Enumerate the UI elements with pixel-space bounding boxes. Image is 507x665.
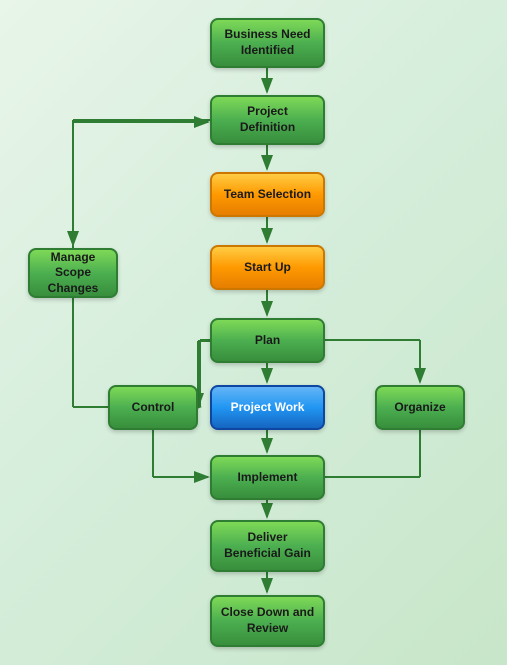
implement-node: Implement [210,455,325,500]
close-down-node: Close Down and Review [210,595,325,647]
plan-node: Plan [210,318,325,363]
control-node: Control [108,385,198,430]
organize-node: Organize [375,385,465,430]
project-work-node: Project Work [210,385,325,430]
manage-scope-node: Manage Scope Changes [28,248,118,298]
start-up-node: Start Up [210,245,325,290]
diagram: Business Need Identified Project Definit… [0,0,507,665]
team-selection-node: Team Selection [210,172,325,217]
deliver-node: Deliver Beneficial Gain [210,520,325,572]
project-definition-node: Project Definition [210,95,325,145]
business-need-node: Business Need Identified [210,18,325,68]
